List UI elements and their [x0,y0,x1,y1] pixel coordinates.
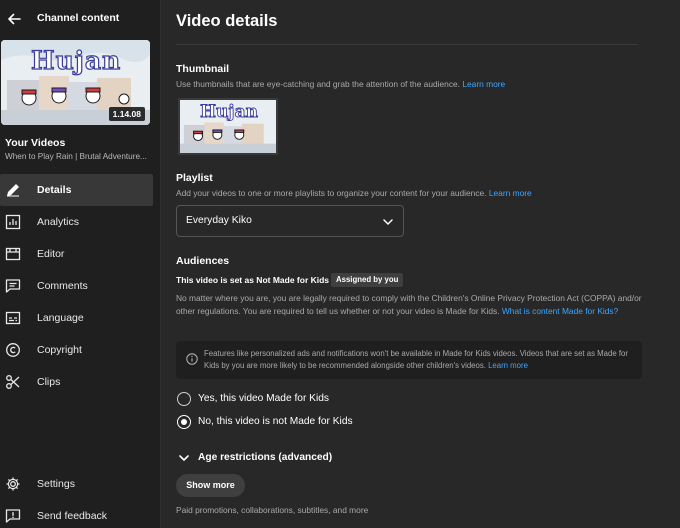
info-icon [186,353,198,365]
show-more-button[interactable]: Show more [176,474,245,497]
feedback-icon [5,509,21,523]
sidebar-item-label: Send feedback [37,510,108,522]
thumbnail-section-desc: Use thumbnails that are eye-catching and… [176,79,505,89]
sidebar-item-label: Comments [37,280,88,292]
comments-icon [5,279,21,293]
pencil-icon [7,184,19,197]
thumbnail-section-title: Thumbnail [176,63,230,75]
playlist-learn-more-link[interactable]: Learn more [489,188,532,198]
sidebar-header: Channel content [0,6,161,34]
age-restrictions-toggle[interactable]: Age restrictions (advanced) [176,450,376,466]
main-content: Video details Thumbnail Use thumbnails t… [162,0,680,528]
sidebar-item-details[interactable]: Details [0,174,153,206]
page-title: Video details [176,12,278,30]
subtitles-icon [5,311,21,325]
sidebar-item-settings[interactable]: Settings [0,468,153,500]
playlist-selected-value: Everyday Kiko [186,215,252,226]
thumbnail-desc-text: Use thumbnails that are eye-catching and… [176,79,461,89]
gear-icon [6,477,20,491]
sidebar-item-clips[interactable]: Clips [0,366,153,398]
editor-icon [5,247,21,261]
playlist-section-title: Playlist [176,172,213,184]
playlist-section-desc: Add your videos to one or more playlists… [176,188,532,198]
sidebar-item-label: Editor [37,248,65,260]
divider [176,44,638,45]
coppa-notice: No matter where you are, you are legally… [176,292,646,318]
chevron-down-icon [179,455,189,461]
playlist-dropdown[interactable]: Everyday Kiko [176,205,404,237]
arrow-back-icon[interactable] [6,11,22,27]
radio-yes[interactable] [177,392,191,406]
made-for-kids-no-option[interactable]: No, this video is not Made for Kids [176,414,476,432]
video-thumbnail[interactable]: Hujan 1.14.08 [1,40,150,125]
made-for-kids-yes-option[interactable]: Yes, this video Made for Kids [176,391,476,409]
info-text: Features like personalized ads and notif… [204,349,628,370]
info-callout: Features like personalized ads and notif… [176,341,642,379]
your-videos-label: Your Videos [5,137,66,149]
video-title: When to Play Rain | Brutal Adventure... [5,152,147,161]
sidebar: Channel content Hujan 1.14.08 Your Video… [0,0,161,528]
thumbnail-title: Hujan [30,45,122,75]
sidebar-item-label: Analytics [37,216,80,228]
sidebar-item-analytics[interactable]: Analytics [0,206,153,238]
analytics-icon [5,214,21,230]
info-callout-text: Features like personalized ads and notif… [204,348,634,371]
radio-no-label: No, this video is not Made for Kids [198,416,353,427]
made-for-kids-link[interactable]: What is content Made for Kids? [502,306,618,316]
audience-status: This video is set as Not Made for Kids [176,275,330,285]
radio-yes-label: Yes, this video Made for Kids [198,393,329,404]
thumbnail-learn-more-link[interactable]: Learn more [462,79,505,89]
sidebar-item-send-feedback[interactable]: Send feedback [0,500,153,528]
info-learn-more-link[interactable]: Learn more [488,361,528,370]
sidebar-item-label: Copyright [37,344,82,356]
radio-no[interactable] [177,415,191,429]
sidebar-item-label: Clips [37,376,61,388]
playlist-desc-text: Add your videos to one or more playlists… [176,188,487,198]
age-restrictions-label: Age restrictions (advanced) [198,452,333,463]
show-more-description: Paid promotions, collaborations, subtitl… [176,505,369,515]
copyright-icon [6,343,20,357]
sidebar-nav: Details Analytics Editor Comments Langua… [0,174,161,398]
scissors-icon [6,375,20,389]
assigned-badge: Assigned by you [331,273,404,287]
sidebar-item-editor[interactable]: Editor [0,238,153,270]
thumbnail-title: Hujan [200,102,259,123]
sidebar-item-language[interactable]: Language [0,302,153,334]
sidebar-title: Channel content [37,12,120,24]
thumbnail-option[interactable]: Hujan [178,98,278,155]
sidebar-item-comments[interactable]: Comments [0,270,153,302]
sidebar-item-copyright[interactable]: Copyright [0,334,153,366]
duration-badge: 1.14.08 [108,107,145,121]
audiences-section-title: Audiences [176,255,230,267]
sidebar-item-label: Details [37,184,72,196]
sidebar-item-label: Settings [37,478,75,490]
chevron-down-icon [383,219,393,225]
sidebar-item-label: Language [37,312,84,324]
sidebar-bottom-nav: Settings Send feedback [0,468,161,528]
